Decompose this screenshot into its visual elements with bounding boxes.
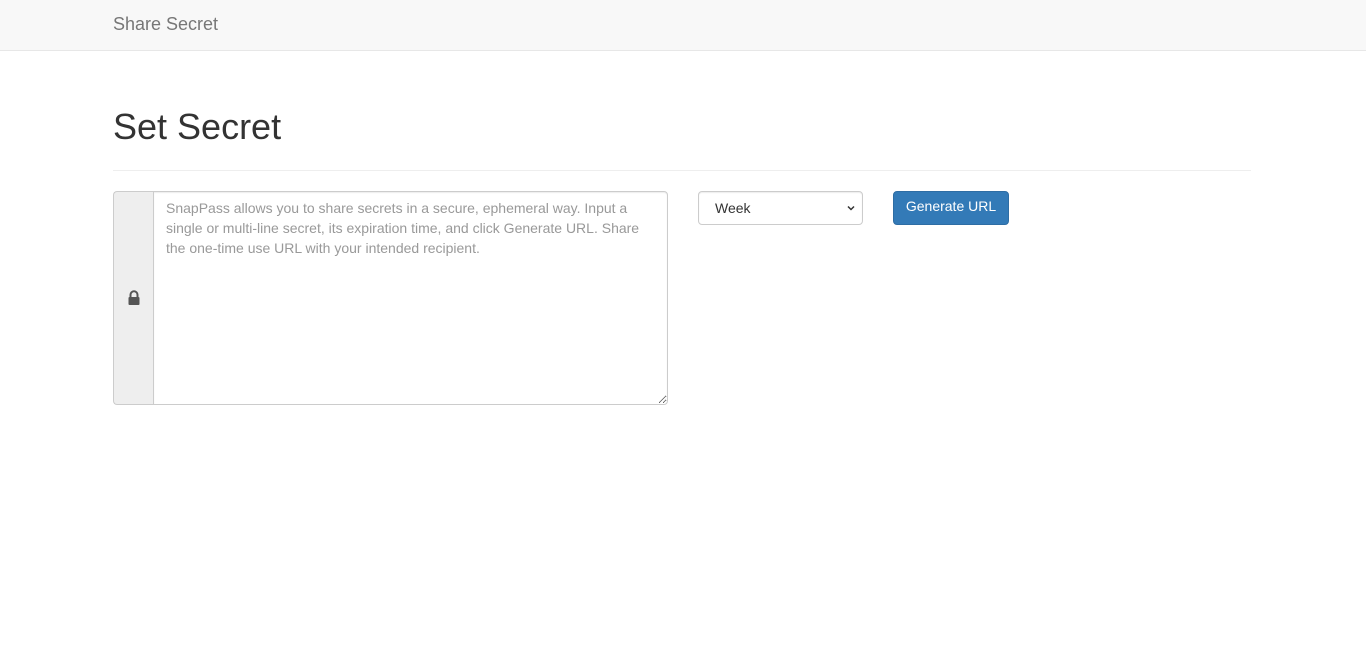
secret-addon bbox=[113, 191, 153, 405]
page-title: Set Secret bbox=[113, 106, 282, 147]
generate-url-button[interactable]: Generate URL bbox=[893, 191, 1009, 225]
secret-input-group bbox=[113, 191, 668, 405]
lock-icon bbox=[128, 290, 139, 305]
secret-textarea[interactable] bbox=[153, 191, 668, 405]
header-divider bbox=[113, 170, 1251, 171]
brand-link[interactable]: Share Secret bbox=[113, 14, 218, 34]
top-navbar: Share Secret bbox=[0, 0, 1366, 51]
expiration-select[interactable]: Week bbox=[698, 191, 863, 225]
